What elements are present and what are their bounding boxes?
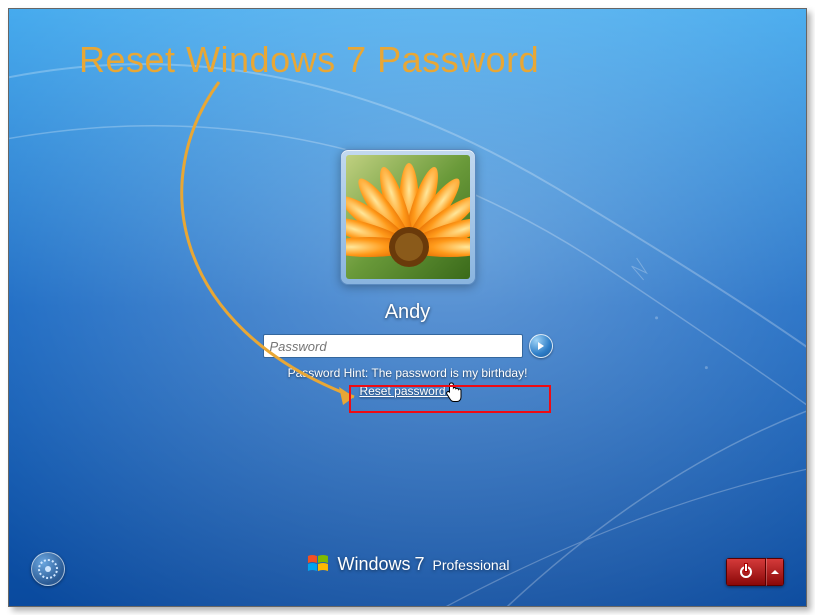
user-block: Andy Password Hint: The password is my b… [263, 149, 553, 398]
password-input[interactable] [263, 334, 523, 358]
annotation-title: Reset Windows 7 Password [79, 39, 539, 81]
password-row [263, 334, 553, 358]
shutdown-group [726, 558, 784, 586]
windows-branding: Windows 7 Professional [305, 552, 509, 576]
login-screen: Reset Windows 7 Password [9, 9, 806, 606]
user-avatar [340, 149, 476, 285]
reset-password-link[interactable]: Reset password... [359, 384, 455, 398]
ease-of-access-icon [38, 559, 58, 579]
submit-button[interactable] [529, 334, 553, 358]
screenshot-frame: Reset Windows 7 Password [8, 8, 807, 607]
password-hint-text: Password Hint: The password is my birthd… [288, 366, 528, 380]
power-icon [740, 566, 752, 578]
brand-version-text: 7 [414, 554, 424, 575]
avatar-flower-image [346, 155, 470, 279]
windows-logo-icon [305, 552, 329, 576]
shutdown-button[interactable] [726, 558, 766, 586]
ease-of-access-button[interactable] [31, 552, 65, 586]
arrow-right-icon [538, 342, 544, 350]
shutdown-options-button[interactable] [766, 558, 784, 586]
brand-edition-text: Professional [433, 557, 510, 573]
username-label: Andy [385, 301, 431, 324]
brand-windows-text: Windows [337, 554, 410, 575]
chevron-up-icon [771, 570, 779, 574]
